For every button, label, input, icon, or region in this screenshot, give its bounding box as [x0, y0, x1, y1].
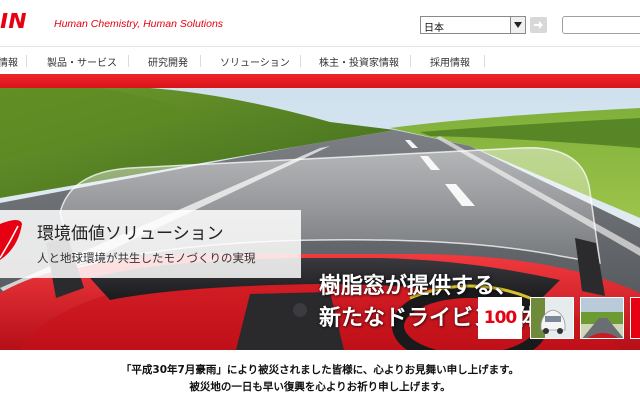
hero-title[interactable]: 環境価値ソリューション [37, 219, 224, 244]
nav-item-careers[interactable]: 採用情報 [430, 54, 470, 69]
nav-item-research[interactable]: 研究開発 [148, 54, 188, 69]
arrow-right-icon [534, 21, 543, 29]
nav-item-products-services[interactable]: 製品・サービス [47, 54, 117, 69]
header: JIN Human Chemistry, Human Solutions 日本 [0, 0, 640, 46]
nav-item-solutions[interactable]: ソリューション [220, 54, 290, 69]
global-nav: 情報 製品・サービス 研究開発 ソリューション 株主・投資家情報 採用情報 [0, 46, 640, 75]
logo-text: JIN [0, 13, 27, 34]
language-select[interactable]: 日本 [420, 16, 526, 34]
nav-item-info[interactable]: 情報 [0, 54, 18, 69]
notice-line-2: 被災地の一日も早い復興を心よりお祈り申し上げます。 [189, 381, 451, 393]
search-input[interactable] [563, 21, 640, 38]
company-logo[interactable]: JIN [0, 13, 48, 35]
notice-line-1[interactable]: 「平成30年7月豪雨」により被災されました皆様に、心よりお見舞い申し上げます。 [0, 362, 640, 377]
language-go-button[interactable] [530, 17, 547, 33]
carousel-thumb-100th[interactable]: 100 [478, 297, 522, 339]
disaster-notice: 「平成30年7月豪雨」により被災されました皆様に、心よりお見舞い申し上げます。 … [0, 350, 640, 400]
nav-divider [200, 55, 201, 67]
carousel-thumb-next[interactable] [630, 297, 640, 339]
nav-divider [300, 55, 301, 67]
nav-item-investors[interactable]: 株主・投資家情報 [319, 54, 399, 69]
road-thumbnail-image [581, 298, 623, 338]
leaf-icon [0, 220, 22, 260]
thumb-label-100: 100 [483, 308, 517, 328]
hero-headline[interactable]: 樹脂窓が提供する、 新たなドライビング体験 [319, 271, 561, 335]
brand-tagline: Human Chemistry, Human Solutions [54, 18, 224, 30]
nav-accent-bar [0, 74, 640, 88]
nav-divider [128, 55, 129, 67]
search-input-wrapper[interactable] [562, 16, 640, 38]
nav-divider [484, 55, 485, 67]
carousel-thumb-car[interactable] [530, 297, 574, 339]
chevron-down-icon[interactable] [510, 17, 525, 33]
nav-divider [410, 55, 411, 67]
hero-subtitle: 人と地球環境が共生したモノづくりの実現 [37, 251, 256, 265]
carousel-thumb-road[interactable] [580, 297, 624, 339]
car-thumbnail-image [531, 298, 573, 338]
hero-headline-line2: 新たなドライビング体験 [319, 306, 562, 331]
nav-divider [26, 55, 27, 67]
language-selected-value: 日本 [424, 23, 444, 34]
hero-headline-line1: 樹脂窓が提供する、 [319, 274, 518, 299]
